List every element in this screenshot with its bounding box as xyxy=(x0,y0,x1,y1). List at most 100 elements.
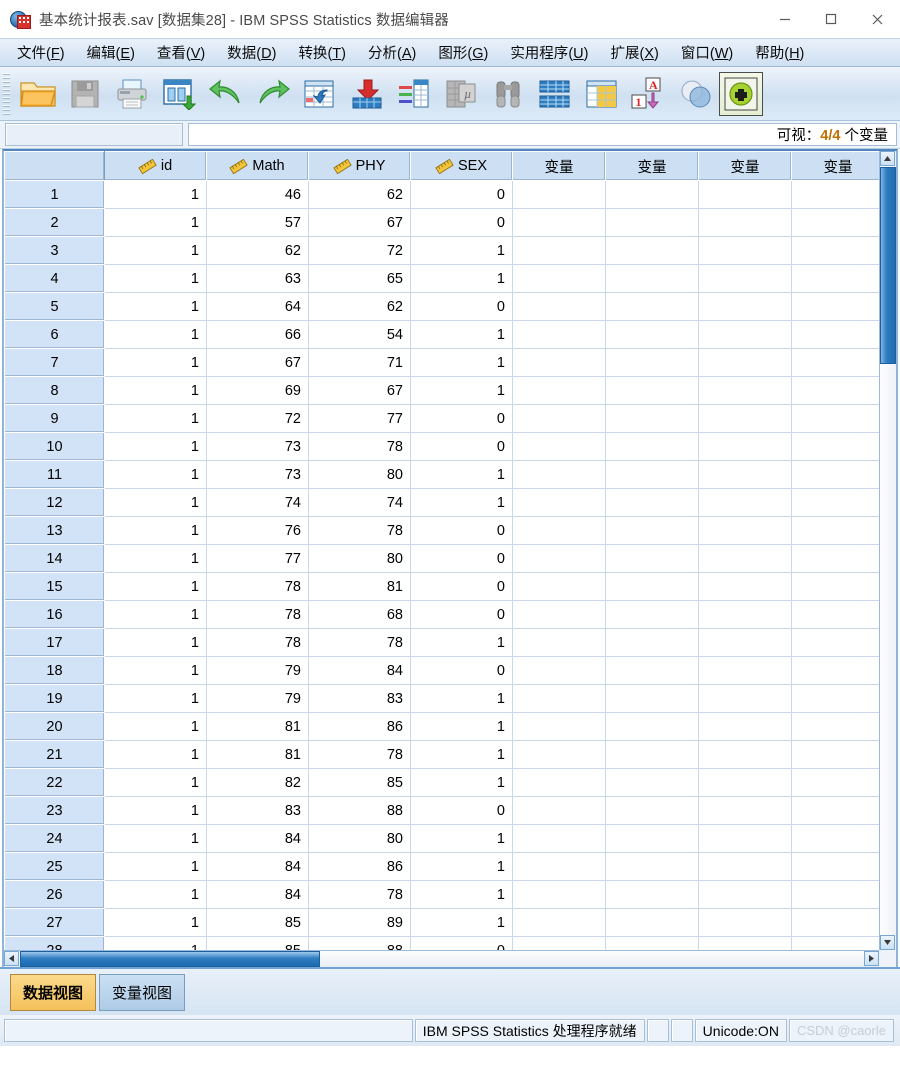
cell-phy[interactable]: 62 xyxy=(308,180,411,209)
cell-id[interactable]: 1 xyxy=(104,936,207,950)
cell-empty[interactable] xyxy=(512,432,606,461)
scroll-left-button[interactable] xyxy=(4,951,19,966)
cell-math[interactable]: 85 xyxy=(206,908,309,937)
cell-math[interactable]: 79 xyxy=(206,656,309,685)
cell-empty[interactable] xyxy=(605,740,699,769)
cell-sex[interactable]: 1 xyxy=(410,236,513,265)
cell-sex[interactable]: 1 xyxy=(410,768,513,797)
cell-empty[interactable] xyxy=(512,852,606,881)
cell-empty[interactable] xyxy=(605,768,699,797)
cell-id[interactable]: 1 xyxy=(104,404,207,433)
print-icon[interactable] xyxy=(108,70,155,118)
close-icon[interactable] xyxy=(854,0,900,38)
cell-empty[interactable] xyxy=(698,460,792,489)
cell-phy[interactable]: 86 xyxy=(308,712,411,741)
cell-id[interactable]: 1 xyxy=(104,852,207,881)
cell-empty[interactable] xyxy=(791,264,879,293)
cell-empty[interactable] xyxy=(605,600,699,629)
cell-id[interactable]: 1 xyxy=(104,208,207,237)
cell-empty[interactable] xyxy=(698,348,792,377)
table-row[interactable]: 15 1 78 81 0 xyxy=(4,572,879,601)
cell-phy[interactable]: 78 xyxy=(308,628,411,657)
cell-empty[interactable] xyxy=(698,516,792,545)
cell-empty[interactable] xyxy=(605,880,699,909)
row-header[interactable]: 25 xyxy=(4,852,105,881)
menu-item-analyze[interactable]: 分析(A) xyxy=(357,39,427,66)
column-header-phy[interactable]: PHY xyxy=(308,151,411,181)
cell-id[interactable]: 1 xyxy=(104,376,207,405)
menu-item-file[interactable]: 文件(F) xyxy=(6,39,76,66)
variables-info-icon[interactable] xyxy=(390,70,437,118)
cell-empty[interactable] xyxy=(698,264,792,293)
cell-empty[interactable] xyxy=(512,600,606,629)
cell-empty[interactable] xyxy=(605,628,699,657)
menu-item-extensions[interactable]: 扩展(X) xyxy=(599,39,669,66)
column-header-empty-3[interactable]: 变量 xyxy=(698,151,792,181)
cell-sex[interactable]: 0 xyxy=(410,180,513,209)
cell-id[interactable]: 1 xyxy=(104,628,207,657)
table-row[interactable]: 10 1 73 78 0 xyxy=(4,432,879,461)
cell-empty[interactable] xyxy=(698,852,792,881)
cell-id[interactable]: 1 xyxy=(104,684,207,713)
cell-reference-box[interactable] xyxy=(5,123,183,146)
scroll-up-button[interactable] xyxy=(880,151,895,166)
cell-empty[interactable] xyxy=(791,712,879,741)
cell-empty[interactable] xyxy=(791,908,879,937)
cell-empty[interactable] xyxy=(605,320,699,349)
cell-empty[interactable] xyxy=(605,404,699,433)
table-row[interactable]: 5 1 64 62 0 xyxy=(4,292,879,321)
menu-item-help[interactable]: 帮助(H) xyxy=(744,39,815,66)
horizontal-scroll-thumb[interactable] xyxy=(20,951,320,967)
cell-empty[interactable] xyxy=(698,236,792,265)
cell-id[interactable]: 1 xyxy=(104,236,207,265)
cell-sex[interactable]: 1 xyxy=(410,376,513,405)
cell-phy[interactable]: 72 xyxy=(308,236,411,265)
table-row[interactable]: 28185880 xyxy=(4,936,879,950)
cell-id[interactable]: 1 xyxy=(104,292,207,321)
cell-empty[interactable] xyxy=(791,320,879,349)
cell-math[interactable]: 79 xyxy=(206,684,309,713)
cell-empty[interactable] xyxy=(605,348,699,377)
cell-empty[interactable] xyxy=(605,796,699,825)
cell-empty[interactable] xyxy=(605,684,699,713)
cell-empty[interactable] xyxy=(791,460,879,489)
cell-phy[interactable]: 80 xyxy=(308,824,411,853)
cell-empty[interactable] xyxy=(791,488,879,517)
table-row[interactable]: 2 1 57 67 0 xyxy=(4,208,879,237)
cell-id[interactable]: 1 xyxy=(104,544,207,573)
value-labels-icon[interactable] xyxy=(719,71,763,116)
cell-empty[interactable] xyxy=(698,404,792,433)
cell-sex[interactable]: 0 xyxy=(410,404,513,433)
cell-math[interactable]: 81 xyxy=(206,712,309,741)
cell-phy[interactable]: 67 xyxy=(308,376,411,405)
cell-empty[interactable] xyxy=(698,628,792,657)
cell-empty[interactable] xyxy=(791,824,879,853)
cell-empty[interactable] xyxy=(605,460,699,489)
cell-empty[interactable] xyxy=(698,740,792,769)
insert-variable-icon[interactable] xyxy=(578,70,625,118)
cell-math[interactable]: 84 xyxy=(206,880,309,909)
cell-empty[interactable] xyxy=(791,516,879,545)
cell-empty[interactable] xyxy=(791,544,879,573)
cell-empty[interactable] xyxy=(605,488,699,517)
column-header-empty-4[interactable]: 变量 xyxy=(791,151,879,181)
select-cases-icon[interactable] xyxy=(672,70,719,118)
cell-sex[interactable]: 1 xyxy=(410,852,513,881)
split-file-icon[interactable]: A 1 xyxy=(625,70,672,118)
cell-phy[interactable]: 83 xyxy=(308,684,411,713)
table-row[interactable]: 3 1 62 72 1 xyxy=(4,236,879,265)
table-row[interactable]: 1 1 46 62 0 xyxy=(4,180,879,209)
tab-variable-view[interactable]: 变量视图 xyxy=(99,973,186,1011)
cell-math[interactable]: 63 xyxy=(206,264,309,293)
cell-empty[interactable] xyxy=(605,180,699,209)
table-row[interactable]: 7 1 67 71 1 xyxy=(4,348,879,377)
cell-empty[interactable] xyxy=(698,880,792,909)
cell-math[interactable]: 73 xyxy=(206,432,309,461)
cell-phy[interactable]: 68 xyxy=(308,600,411,629)
menu-item-edit[interactable]: 编辑(E) xyxy=(76,39,146,66)
column-header-sex[interactable]: SEX xyxy=(410,151,513,181)
cell-empty[interactable] xyxy=(605,572,699,601)
cell-empty[interactable] xyxy=(791,180,879,209)
cell-id[interactable]: 1 xyxy=(104,600,207,629)
row-header[interactable]: 21 xyxy=(4,740,105,769)
